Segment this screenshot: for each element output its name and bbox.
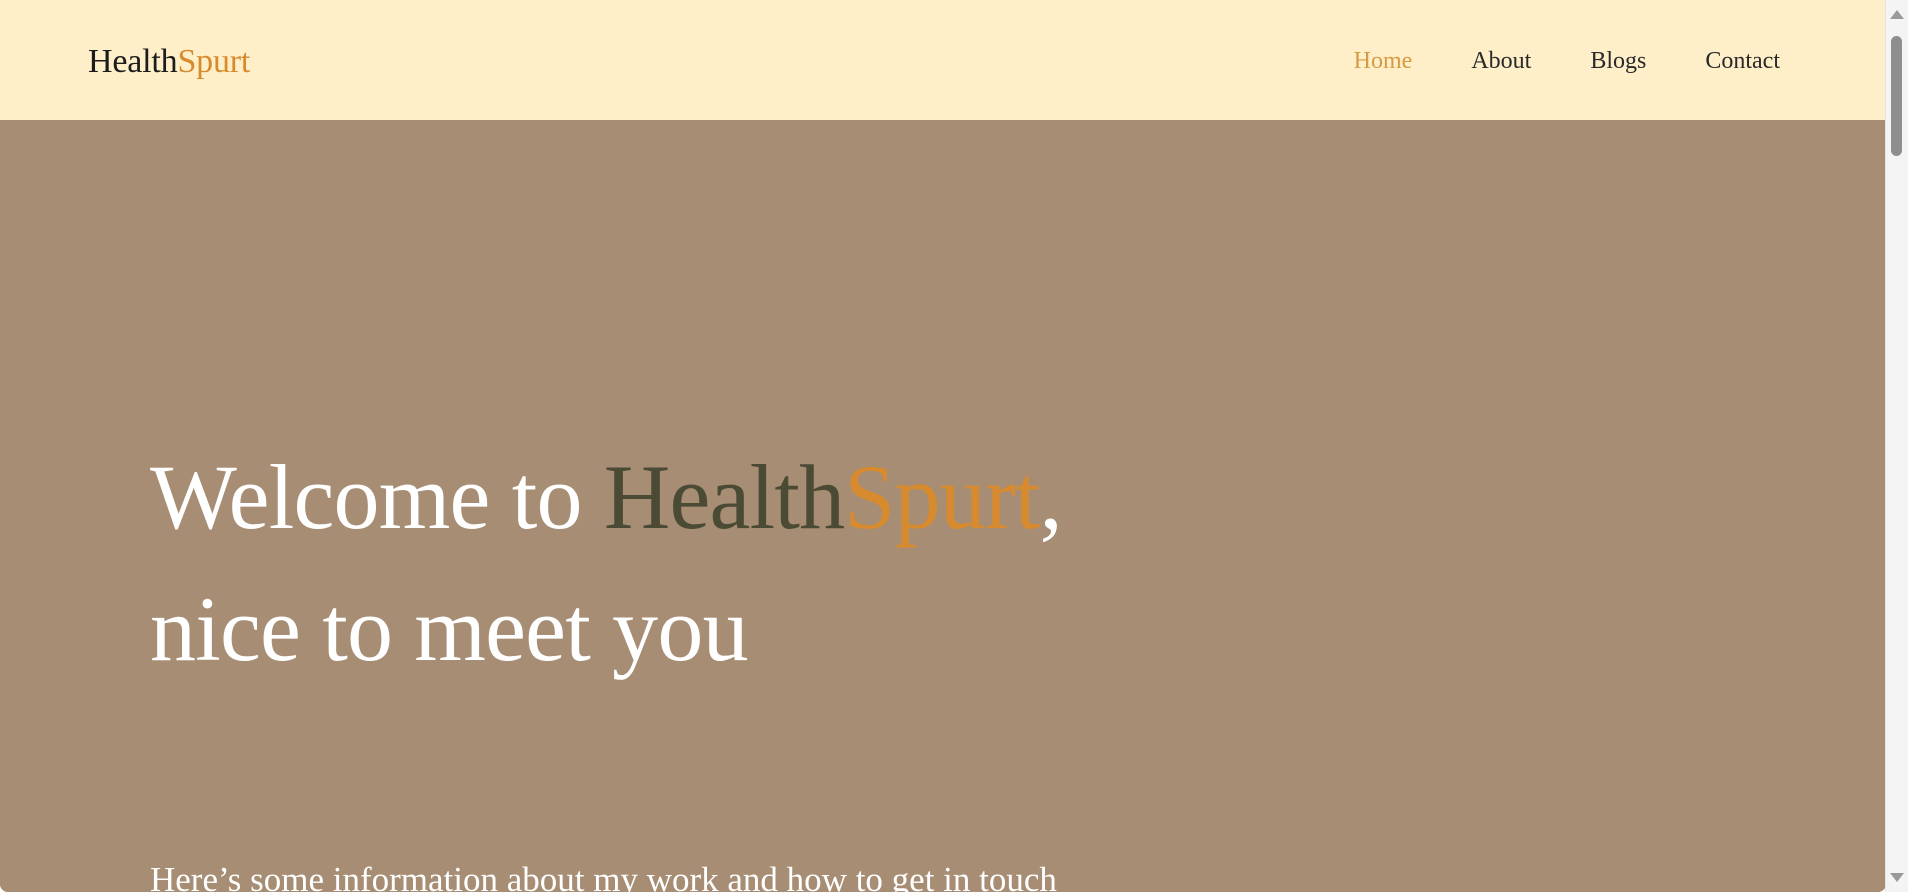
hero-brand-spurt: Spurt (844, 446, 1040, 548)
page-frame: HealthSpurt Home About Blogs Contact Wel… (0, 0, 1886, 892)
site-header: HealthSpurt Home About Blogs Contact (0, 0, 1886, 120)
site-logo[interactable]: HealthSpurt (88, 40, 250, 84)
hero-title-prefix: Welcome to (150, 446, 604, 548)
scroll-up-arrow-icon[interactable] (1890, 10, 1904, 19)
logo-part-spurt: Spurt (177, 43, 251, 80)
logo-part-health: Health (88, 43, 178, 80)
scrollbar-thumb[interactable] (1891, 36, 1902, 156)
scroll-down-arrow-icon[interactable] (1890, 873, 1904, 882)
nav-home-link[interactable]: Home (1354, 46, 1413, 76)
main-nav: Home About Blogs Contact (1354, 46, 1780, 76)
hero-title: Welcome to HealthSpurt, nice to meet you (150, 431, 1063, 695)
hero-subtitle: Here’s some information about my work an… (150, 860, 1057, 892)
vertical-scrollbar[interactable] (1885, 0, 1908, 892)
nav-blogs-link[interactable]: Blogs (1590, 46, 1646, 76)
hero-section: Welcome to HealthSpurt, nice to meet you… (0, 120, 1886, 892)
nav-contact-link[interactable]: Contact (1705, 46, 1780, 76)
nav-about-link[interactable]: About (1471, 46, 1531, 76)
hero-brand-health: Health (603, 446, 845, 548)
hero-title-comma: , (1039, 446, 1063, 548)
hero-title-line2: nice to meet you (150, 578, 749, 680)
